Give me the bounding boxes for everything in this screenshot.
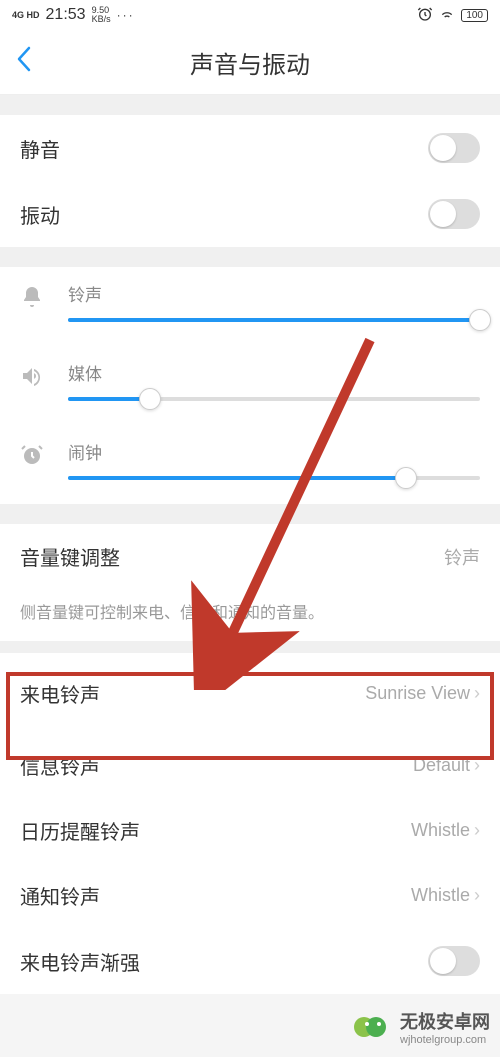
media-volume-label: 媒体 (68, 360, 480, 385)
volume-key-value: 铃声 (444, 544, 480, 570)
fade-in-label: 来电铃声渐强 (20, 947, 140, 976)
vibrate-toggle[interactable] (428, 199, 480, 229)
watermark-title: 无极安卓网 (400, 1008, 490, 1034)
media-volume-slider[interactable] (68, 397, 480, 401)
volume-key-hint: 侧音量键可控制来电、信息和通知的音量。 (0, 589, 500, 641)
notification-ringtone-row[interactable]: 通知铃声 Whistle › (0, 863, 500, 928)
ringtone-volume-slider[interactable] (68, 318, 480, 322)
chevron-right-icon: › (474, 755, 480, 776)
media-volume-row: 媒体 (0, 346, 500, 425)
battery-indicator: 100 (461, 9, 488, 22)
network-speed: 9.50 KB/s (92, 6, 111, 24)
status-bar: 4G HD 21:53 9.50 KB/s ··· 100 (0, 0, 500, 30)
volume-key-label: 音量键调整 (20, 542, 120, 571)
fade-in-row[interactable]: 来电铃声渐强 (0, 928, 500, 994)
bell-icon (20, 285, 48, 315)
vibrate-label: 振动 (20, 200, 60, 229)
message-ringtone-row[interactable]: 信息铃声 Default › (0, 733, 500, 798)
mute-row[interactable]: 静音 (0, 115, 500, 181)
wifi-icon (439, 6, 455, 25)
chevron-right-icon: › (474, 885, 480, 906)
watermark-url: wjhotelgroup.com (400, 1034, 490, 1046)
notification-ringtone-label: 通知铃声 (20, 881, 100, 910)
notification-ringtone-value: Whistle (411, 885, 470, 906)
alarm-icon (417, 6, 433, 25)
clock-icon (20, 443, 48, 473)
alarm-volume-row: 闹钟 (0, 425, 500, 504)
status-time: 21:53 (46, 6, 86, 24)
more-icon: ··· (117, 8, 135, 22)
incoming-ringtone-row[interactable]: 来电铃声 Sunrise View › (0, 653, 500, 733)
message-ringtone-value: Default (413, 755, 470, 776)
alarm-volume-slider[interactable] (68, 476, 480, 480)
watermark-logo-icon (352, 1007, 392, 1047)
speaker-icon (20, 364, 48, 394)
mute-toggle[interactable] (428, 133, 480, 163)
calendar-ringtone-label: 日历提醒铃声 (20, 816, 140, 845)
page-title: 声音与振动 (0, 45, 500, 80)
ringtone-volume-label: 铃声 (68, 281, 480, 306)
alarm-volume-label: 闹钟 (68, 439, 480, 464)
incoming-ringtone-value: Sunrise View (365, 683, 470, 704)
message-ringtone-label: 信息铃声 (20, 751, 100, 780)
page-header: 声音与振动 (0, 30, 500, 95)
calendar-ringtone-row[interactable]: 日历提醒铃声 Whistle › (0, 798, 500, 863)
back-button[interactable] (16, 46, 32, 79)
volume-key-row[interactable]: 音量键调整 铃声 (0, 524, 500, 589)
network-indicator: 4G HD (12, 10, 40, 20)
chevron-right-icon: › (474, 683, 480, 704)
ringtone-volume-row: 铃声 (0, 267, 500, 346)
watermark: 无极安卓网 wjhotelgroup.com (352, 1007, 490, 1047)
mute-label: 静音 (20, 134, 60, 163)
chevron-right-icon: › (474, 820, 480, 841)
calendar-ringtone-value: Whistle (411, 820, 470, 841)
incoming-ringtone-label: 来电铃声 (20, 679, 100, 708)
vibrate-row[interactable]: 振动 (0, 181, 500, 247)
fade-in-toggle[interactable] (428, 946, 480, 976)
